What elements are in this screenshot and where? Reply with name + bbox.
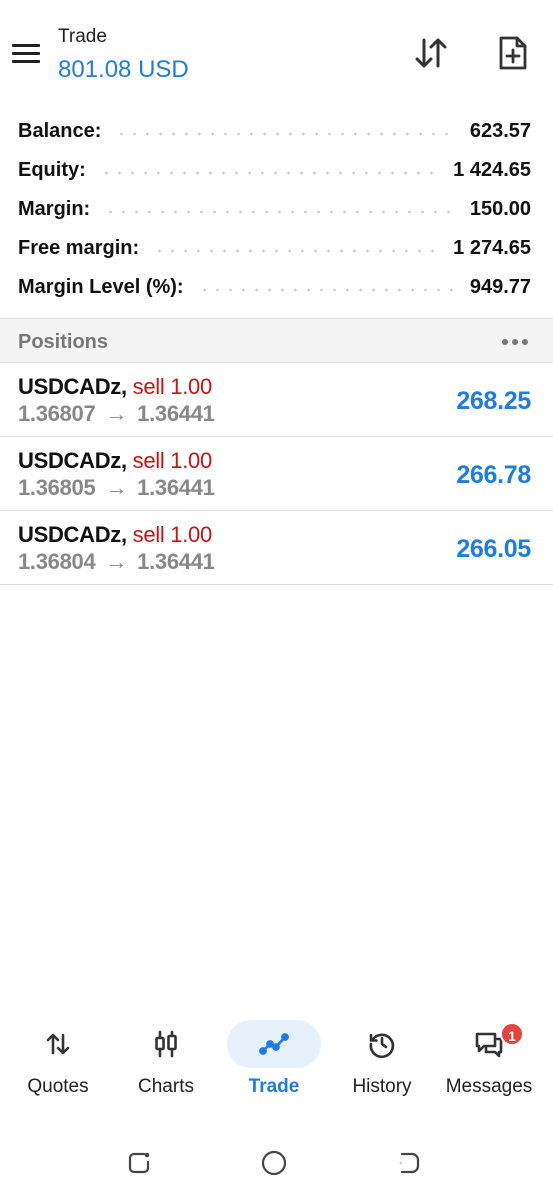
positions-list: USDCADz, sell 1.00 1.36807 → 1.36441 268.2… bbox=[0, 363, 553, 585]
margin-level-label: Margin Level (%): bbox=[18, 276, 184, 298]
account-summary: Balance: 623.57 Equity: 1 424.65 Margin:… bbox=[0, 112, 553, 307]
dotted-leader bbox=[99, 170, 440, 175]
arrow-icon: → bbox=[105, 401, 128, 426]
position-symbol: USDCADz bbox=[18, 522, 122, 547]
sort-icon[interactable] bbox=[412, 34, 450, 72]
nav-trade[interactable]: Trade bbox=[219, 1012, 329, 1112]
nav-messages[interactable]: 1 Messages bbox=[434, 1012, 544, 1112]
current-price: 1.36441 bbox=[137, 549, 215, 574]
position-side: sell 1.00 bbox=[132, 522, 213, 547]
nav-label: History bbox=[352, 1076, 412, 1097]
nav-label: Charts bbox=[138, 1076, 194, 1097]
account-balance: 801.08 USD bbox=[58, 56, 189, 83]
position-row[interactable]: USDCADz, sell 1.00 1.36807 → 1.36441 268.2… bbox=[0, 363, 553, 437]
margin-row: Margin: 150.00 bbox=[0, 190, 553, 229]
positions-header: Positions bbox=[0, 318, 553, 363]
position-row[interactable]: USDCADz, sell 1.00 1.36804 → 1.36441 266.0… bbox=[0, 511, 553, 585]
position-profit: 268.25 bbox=[456, 387, 531, 415]
margin-level-value: 949.77 bbox=[469, 276, 531, 298]
page-title: Trade bbox=[58, 26, 107, 47]
nav-charts[interactable]: Charts bbox=[111, 1012, 221, 1112]
position-title: USDCADz, sell 1.00 bbox=[18, 522, 213, 547]
nav-label: Trade bbox=[248, 1076, 300, 1097]
arrow-icon: → bbox=[105, 549, 128, 574]
balance-value: 623.57 bbox=[469, 120, 531, 142]
sort-arrows-icon bbox=[46, 1033, 70, 1055]
margin-value: 150.00 bbox=[469, 198, 531, 220]
system-nav-bar bbox=[0, 1130, 553, 1200]
more-options-icon[interactable] bbox=[501, 333, 531, 349]
back-icon[interactable] bbox=[394, 1148, 424, 1178]
position-title: USDCADz, sell 1.00 bbox=[18, 448, 213, 473]
position-title: USDCADz, sell 1.00 bbox=[18, 374, 213, 399]
position-symbol: USDCADz bbox=[18, 448, 122, 473]
equity-value: 1 424.65 bbox=[453, 159, 531, 181]
home-icon[interactable] bbox=[259, 1148, 289, 1178]
trend-line-icon bbox=[259, 1033, 289, 1055]
equity-label: Equity: bbox=[18, 159, 86, 181]
positions-title: Positions bbox=[18, 331, 109, 353]
margin-label: Margin: bbox=[18, 198, 91, 220]
open-price: 1.36807 bbox=[18, 401, 96, 426]
new-order-icon[interactable] bbox=[494, 34, 532, 72]
position-prices: 1.36807 → 1.36441 bbox=[18, 401, 215, 427]
balance-label: Balance: bbox=[18, 120, 102, 142]
position-profit: 266.78 bbox=[456, 461, 531, 489]
position-prices: 1.36805 → 1.36441 bbox=[18, 475, 215, 501]
free-margin-row: Free margin: 1 274.65 bbox=[0, 229, 553, 268]
position-profit: 266.05 bbox=[456, 535, 531, 563]
open-price: 1.36805 bbox=[18, 475, 96, 500]
arrow-icon: → bbox=[105, 475, 128, 500]
nav-history[interactable]: History bbox=[327, 1012, 437, 1112]
nav-label: Quotes bbox=[27, 1076, 89, 1097]
free-margin-label: Free margin: bbox=[18, 237, 140, 259]
dotted-leader bbox=[115, 131, 456, 136]
recent-apps-icon[interactable] bbox=[124, 1148, 154, 1178]
current-price: 1.36441 bbox=[137, 475, 215, 500]
bottom-nav: Quotes Charts Trade History 1 Messages bbox=[0, 1012, 553, 1112]
free-margin-value: 1 274.65 bbox=[453, 237, 531, 259]
nav-quotes[interactable]: Quotes bbox=[3, 1012, 113, 1112]
position-row[interactable]: USDCADz, sell 1.00 1.36805 → 1.36441 266.7… bbox=[0, 437, 553, 511]
equity-row: Equity: 1 424.65 bbox=[0, 151, 553, 190]
dotted-leader bbox=[197, 287, 456, 292]
margin-level-row: Margin Level (%): 949.77 bbox=[0, 268, 553, 307]
open-price: 1.36804 bbox=[18, 549, 96, 574]
current-price: 1.36441 bbox=[137, 401, 215, 426]
dotted-leader bbox=[104, 209, 456, 214]
dotted-leader bbox=[153, 248, 440, 253]
balance-row: Balance: 623.57 bbox=[0, 112, 553, 151]
menu-icon[interactable] bbox=[10, 40, 42, 66]
position-symbol: USDCADz bbox=[18, 374, 122, 399]
app-header: Trade 801.08 USD bbox=[0, 0, 553, 104]
candlestick-icon bbox=[155, 1030, 177, 1058]
history-icon bbox=[369, 1033, 395, 1059]
position-prices: 1.36804 → 1.36441 bbox=[18, 549, 215, 575]
unread-badge: 1 bbox=[500, 1022, 524, 1046]
nav-label: Messages bbox=[445, 1076, 533, 1097]
position-side: sell 1.00 bbox=[132, 374, 213, 399]
position-side: sell 1.00 bbox=[132, 448, 213, 473]
